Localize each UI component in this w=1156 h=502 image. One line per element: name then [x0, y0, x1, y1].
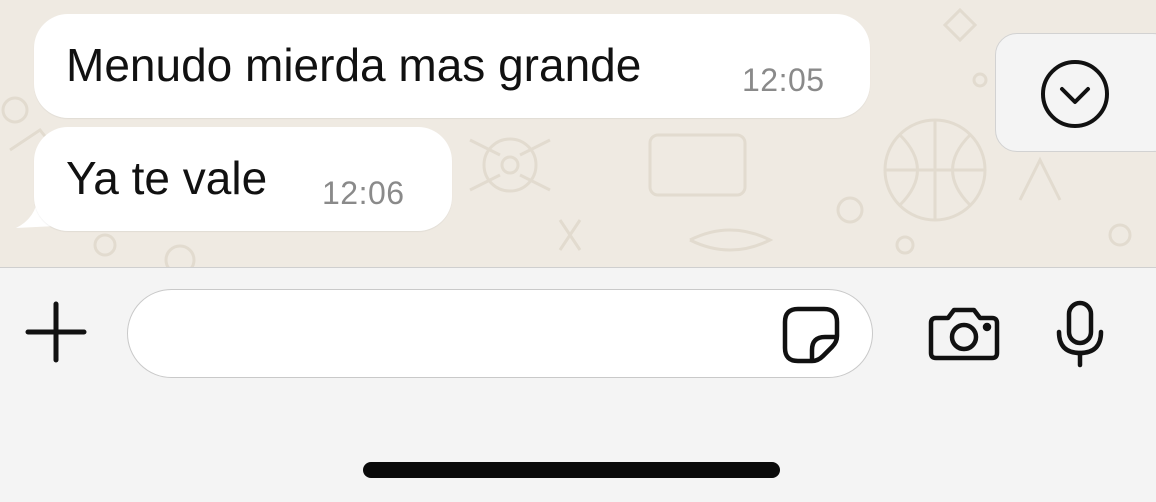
message-text: Ya te vale [66, 152, 268, 204]
scroll-to-bottom-button[interactable] [995, 33, 1156, 152]
message-input[interactable] [158, 308, 782, 360]
message-bubble-incoming[interactable]: Ya te vale 12:06 [34, 127, 452, 231]
sticker-icon[interactable] [782, 306, 840, 364]
camera-icon[interactable] [928, 306, 1000, 362]
message-text: Menudo mierda mas grande [66, 39, 642, 91]
message-timestamp: 12:06 [322, 175, 405, 211]
plus-icon[interactable] [24, 300, 88, 364]
microphone-icon[interactable] [1054, 300, 1106, 368]
chevron-down-circle-icon [1041, 60, 1109, 128]
chat-area[interactable]: Menudo mierda mas grande 12:05 Ya te val… [0, 0, 1156, 268]
message-input-field[interactable] [127, 289, 873, 378]
message-bubble-incoming[interactable]: Menudo mierda mas grande 12:05 [34, 14, 870, 118]
home-indicator [363, 462, 780, 478]
message-timestamp: 12:05 [742, 62, 825, 98]
